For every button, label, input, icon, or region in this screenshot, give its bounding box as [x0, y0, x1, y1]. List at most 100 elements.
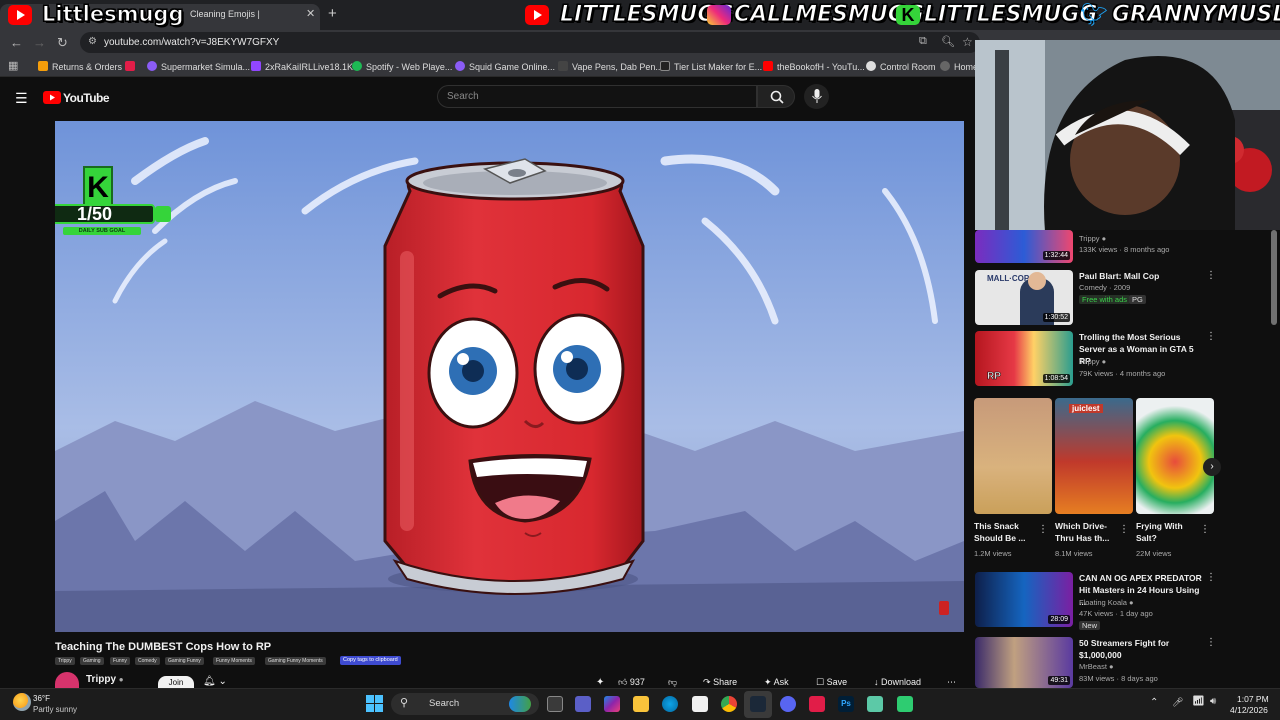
taskbar-search[interactable]: ⚲ Search [391, 693, 539, 715]
search-input[interactable]: Search [437, 85, 757, 108]
video-title: Teaching The DUMBEST Cops How to RP [55, 641, 272, 653]
shorts-next-arrow-icon[interactable]: › [1203, 458, 1221, 476]
short-title[interactable]: Which Drive-Thru Has th... [1055, 520, 1121, 544]
task-view-icon[interactable] [547, 696, 563, 712]
more-options-icon[interactable]: ⋮ [1038, 524, 1048, 535]
file-explorer-icon[interactable] [633, 696, 649, 712]
steam-icon[interactable] [750, 696, 766, 712]
video-tag[interactable]: Gaming Funny Moments [265, 657, 326, 665]
forward-icon[interactable]: → [33, 35, 46, 50]
video-tag[interactable]: Comedy [135, 657, 160, 665]
weather-desc[interactable]: Partly sunny [33, 705, 77, 714]
photoshop-icon[interactable]: Ps [838, 696, 854, 712]
short-title[interactable]: This Snack Should Be ... [974, 520, 1040, 544]
tray-overflow-icon[interactable]: ⌃ [1150, 697, 1158, 708]
sidebar-scrollbar[interactable] [1271, 230, 1277, 325]
clock-date[interactable]: 4/12/2026 [1230, 705, 1268, 715]
video-tag[interactable]: Trippy [55, 657, 75, 665]
short-views: 8.1M views [1055, 549, 1093, 558]
volume-icon[interactable]: 🔊︎ [1210, 696, 1216, 707]
related-title[interactable]: 50 Streamers Fight for $1,000,000 [1079, 637, 1204, 661]
bookmark-spotify[interactable]: Spotify - Web Playe... [352, 61, 452, 72]
chrome-icon[interactable] [721, 696, 737, 712]
short-title[interactable]: Frying With Salt? [1136, 520, 1202, 544]
related-channel: Comedy · 2009 [1079, 283, 1131, 292]
related-thumbnail[interactable]: MALL·COP 1:30:52 [975, 270, 1073, 325]
copilot-icon[interactable] [604, 696, 620, 712]
app-icon-red[interactable] [809, 696, 825, 712]
more-options-icon[interactable]: ⋮ [1206, 331, 1216, 342]
copy-tags-button[interactable]: Copy tags to clipboard [340, 656, 401, 665]
related-thumbnail[interactable]: 28:09 [975, 572, 1073, 627]
url-text[interactable]: youtube.com/watch?v=J8EKYW7GFXY [104, 37, 279, 48]
related-channel[interactable]: Floating Koala ● [1079, 598, 1134, 607]
video-tag[interactable]: Gaming Funny [165, 657, 204, 665]
notepad-icon[interactable] [867, 696, 883, 712]
short-thumbnail[interactable] [974, 398, 1052, 514]
save-icon: ☐ [816, 677, 825, 687]
overlay-handle-1: Littlesmugg [42, 2, 184, 27]
wifi-icon[interactable]: 📶︎ [1192, 696, 1205, 707]
mic-tray-icon[interactable]: 🎤︎ [1172, 697, 1183, 708]
related-thumbnail[interactable]: RP 1:08:54 [975, 331, 1073, 386]
more-options-icon[interactable]: ⋮ [1206, 270, 1216, 281]
bookmark-tier-list[interactable]: Tier List Maker for E... [660, 61, 762, 72]
zoom-icon[interactable]: 🔍︎ [941, 35, 955, 48]
voice-search-button[interactable] [804, 84, 829, 109]
video-tag[interactable]: Gaming [80, 657, 104, 665]
tab-title[interactable]: Cleaning Emojis | [190, 9, 260, 19]
bookmark-returns[interactable]: Returns & Orders [38, 61, 122, 72]
new-tab-button[interactable]: + [328, 5, 337, 22]
youtube-logo-text[interactable]: YouTube [63, 91, 110, 105]
edge-icon[interactable] [662, 696, 678, 712]
related-meta: 83M views · 8 days ago [1079, 674, 1158, 683]
teams-icon[interactable] [575, 696, 591, 712]
short-thumbnail[interactable]: juiclest [1055, 398, 1133, 514]
more-options-icon[interactable]: ⋮ [1206, 637, 1216, 648]
related-channel[interactable]: MrBeast ● [1079, 662, 1114, 671]
bookmark-supermarket-sim[interactable]: Supermarket Simula... [147, 61, 250, 72]
more-options-icon[interactable]: ⋮ [1206, 572, 1216, 583]
bookmark-home[interactable]: Home [940, 61, 978, 72]
sub-goal-widget: K 1/50 DAILY SUB GOAL [55, 166, 175, 241]
more-options-icon[interactable]: ⋮ [1200, 524, 1210, 535]
discord-icon[interactable] [780, 696, 796, 712]
search-button[interactable] [757, 85, 795, 108]
video-tag[interactable]: Funny Moments [213, 657, 255, 665]
site-info-icon[interactable]: ⚙ [88, 36, 97, 47]
webcam-overlay [975, 40, 1280, 232]
bookmark-control-room[interactable]: Control Room [866, 61, 936, 72]
microsoft-store-icon[interactable] [692, 696, 708, 712]
bookmark-twitch[interactable]: 2xRaKaiIRLLive18.1K... [251, 61, 361, 72]
windows-start-icon[interactable] [366, 695, 383, 717]
tab-close-icon[interactable]: ✕ [306, 7, 315, 20]
menu-icon[interactable]: ☰ [15, 90, 28, 107]
related-channel[interactable]: Trippy ● [1079, 357, 1106, 366]
more-options-icon[interactable]: ⋮ [1119, 524, 1129, 535]
bookmark-squid-game[interactable]: Squid Game Online... [455, 61, 555, 72]
short-thumbnail[interactable] [1136, 398, 1214, 514]
video-tag[interactable]: Funny [110, 657, 130, 665]
reload-icon[interactable]: ↻ [57, 35, 68, 51]
bookmark-supermarket[interactable] [125, 61, 139, 72]
bookmark-youtube[interactable]: theBookofH - YouTu... [763, 61, 865, 72]
bookmark-star-icon[interactable]: ☆ [962, 35, 973, 49]
screenshot-icon[interactable]: ⧉ [919, 35, 927, 48]
channel-name[interactable]: Trippy ● [86, 674, 124, 685]
related-channel[interactable]: Trippy ● [1079, 234, 1106, 243]
verified-icon: ● [118, 675, 124, 684]
related-title[interactable]: Paul Blart: Mall Cop [1079, 270, 1204, 282]
video-player[interactable]: K 1/50 DAILY SUB GOAL [55, 121, 964, 632]
bookmark-vape[interactable]: Vape Pens, Dab Pen... [558, 61, 663, 72]
related-thumbnail[interactable]: 1:32:44 [975, 230, 1073, 263]
weather-temp[interactable]: 36°F [33, 694, 50, 703]
back-icon[interactable]: ← [10, 35, 23, 50]
app-icon-green[interactable] [897, 696, 913, 712]
weather-icon[interactable] [13, 693, 31, 711]
youtube-logo-icon[interactable] [43, 91, 61, 104]
apps-grid-icon[interactable]: ▦ [8, 59, 18, 72]
join-button[interactable]: Join [158, 676, 194, 688]
clock-time[interactable]: 1:07 PM [1237, 694, 1269, 704]
bell-icon[interactable]: 🔔︎ ⌄ [203, 676, 227, 687]
related-thumbnail[interactable]: 49:31 [975, 637, 1073, 688]
